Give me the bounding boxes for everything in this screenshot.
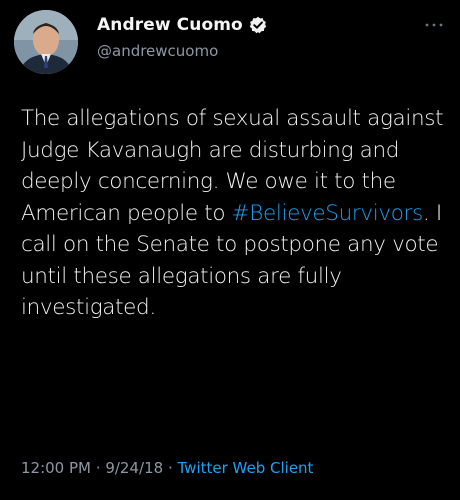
tweet-metadata: 12:00 PM · 9/24/18 · Twitter Web Client: [21, 459, 313, 477]
hashtag-link[interactable]: #BelieveSurvivors: [232, 201, 424, 226]
meta-separator: ·: [95, 459, 101, 477]
ellipsis-icon[interactable]: [422, 16, 446, 28]
tweet-author: Andrew Cuomo @andrewcuomo: [97, 12, 267, 60]
tweet-text: The allegations of sexual assault agains…: [21, 103, 446, 324]
avatar[interactable]: [14, 10, 78, 74]
tweet-time[interactable]: 12:00 PM: [21, 459, 91, 477]
display-name[interactable]: Andrew Cuomo: [97, 15, 243, 35]
tweet-card: Andrew Cuomo @andrewcuomo The allegation…: [0, 0, 460, 500]
verified-badge-icon: [249, 16, 267, 34]
tweet-date[interactable]: 9/24/18: [105, 459, 163, 477]
profile-photo: [14, 10, 78, 74]
meta-separator: ·: [167, 459, 173, 477]
user-handle[interactable]: @andrewcuomo: [97, 42, 267, 60]
source-client-link[interactable]: Twitter Web Client: [178, 459, 314, 477]
